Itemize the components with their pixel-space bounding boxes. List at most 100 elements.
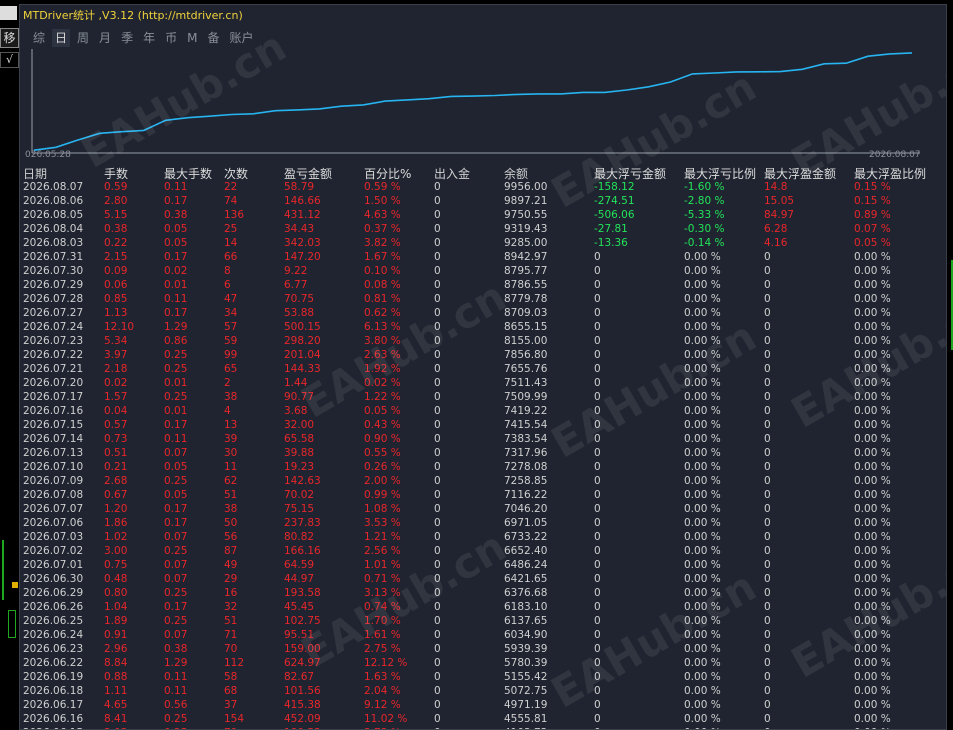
table-row[interactable]: 2026.08.05 5.15 0.38 136 431.12 4.63 % 0 9750.5…	[20, 208, 946, 222]
table-row[interactable]: 2026.06.16 8.41 0.25 154 452.09 11.02 % 0 4555.…	[20, 712, 946, 726]
table-row[interactable]: 2026.07.03 1.02 0.07 56 80.82 1.21 % 0 6733.22 0…	[20, 530, 946, 544]
table-row[interactable]: 2026.07.20 0.02 0.01 2 1.44 0.02 % 0 7511.43 0 0.…	[20, 376, 946, 390]
tab-9[interactable]: 账户	[226, 29, 256, 47]
table-row[interactable]: 2026.07.13 0.51 0.07 30 39.88 0.55 % 0 7317.96 0…	[20, 446, 946, 460]
table-cell: 0.11	[164, 433, 188, 445]
table-row[interactable]: 2026.08.06 2.80 0.17 74 146.66 1.50 % 0 9897.21…	[20, 194, 946, 208]
table-row[interactable]: 2026.07.30 0.09 0.02 8 9.22 0.10 % 0 8795.77 0 0.…	[20, 264, 946, 278]
table-row[interactable]: 2026.06.23 2.96 0.38 70 159.00 2.75 % 0 5939.39…	[20, 642, 946, 656]
table-cell: 0.00 %	[684, 643, 721, 655]
table-cell: 0	[434, 587, 441, 599]
move-button[interactable]: 移	[0, 28, 19, 48]
table-cell: 8709.03	[504, 307, 548, 319]
table-cell: 0.00 %	[684, 461, 721, 473]
table-cell: 0.05 %	[364, 405, 401, 417]
table-cell: 2026.07.30	[23, 265, 84, 277]
tab-8[interactable]: 备	[204, 29, 222, 47]
table-row[interactable]: 2026.06.24 0.91 0.07 71 95.51 1.61 % 0 6034.90 0…	[20, 628, 946, 642]
table-row[interactable]: 2026.06.22 8.84 1.29 112 624.97 12.12 % 0 5780.…	[20, 656, 946, 670]
window-control[interactable]	[0, 6, 17, 20]
table-row[interactable]: 2026.07.16 0.04 0.01 4 3.68 0.05 % 0 7419.22 0 0.…	[20, 404, 946, 418]
table-cell: 0	[594, 349, 601, 361]
tab-6[interactable]: 币	[162, 29, 180, 47]
tab-4[interactable]: 季	[118, 29, 136, 47]
table-cell: 500.15	[284, 321, 321, 333]
table-row[interactable]: 2026.07.08 0.67 0.05 51 70.02 0.99 % 0 7116.22 0…	[20, 488, 946, 502]
table-cell: 0	[434, 643, 441, 655]
table-cell: 0.85	[104, 293, 128, 305]
table-cell: 0	[594, 447, 601, 459]
table-cell: 101.56	[284, 685, 321, 697]
table-cell: 0.00 %	[854, 489, 891, 501]
table-row[interactable]: 2026.06.19 0.88 0.11 58 82.67 1.63 % 0 5155.42 0…	[20, 670, 946, 684]
table-cell: 0	[594, 321, 601, 333]
table-cell: 9319.43	[504, 223, 548, 235]
table-row[interactable]: 2026.06.30 0.48 0.07 29 44.97 0.71 % 0 6421.65 0…	[20, 572, 946, 586]
table-row[interactable]: 2026.07.17 1.57 0.25 38 90.77 1.22 % 0 7509.99 0…	[20, 390, 946, 404]
table-cell: 0.00 %	[684, 391, 721, 403]
table-cell: 14.8	[764, 181, 788, 193]
tab-2[interactable]: 周	[74, 29, 92, 47]
table-cell: 0	[764, 335, 771, 347]
table-row[interactable]: 2026.07.24 12.10 1.29 57 500.15 6.13 % 0 8655.1…	[20, 320, 946, 334]
table-row[interactable]: 2026.07.07 1.20 0.17 38 75.15 1.08 % 0 7046.20 0…	[20, 502, 946, 516]
table-cell: 9750.55	[504, 209, 548, 221]
table-cell: 0.05 %	[854, 237, 891, 249]
table-cell: 0	[764, 251, 771, 263]
table-row[interactable]: 2026.07.15 0.57 0.17 13 32.00 0.43 % 0 7415.54 0…	[20, 418, 946, 432]
table-row[interactable]: 2026.07.23 5.34 0.86 59 298.20 3.80 % 0 8155.00…	[20, 334, 946, 348]
table-cell: 7383.54	[504, 433, 548, 445]
table-row[interactable]: 2026.07.22 3.97 0.25 99 201.04 2.63 % 0 7856.80…	[20, 348, 946, 362]
tab-7[interactable]: M	[184, 29, 200, 47]
table-row[interactable]: 2026.06.26 1.04 0.17 32 45.45 0.74 % 0 6183.10 0…	[20, 600, 946, 614]
table-cell: 4.16	[764, 237, 788, 249]
table-cell: 0.00 %	[684, 489, 721, 501]
table-row[interactable]: 2026.07.27 1.13 0.17 34 53.88 0.62 % 0 8709.03 0…	[20, 306, 946, 320]
table-cell: 0	[594, 433, 601, 445]
table-cell: 12.12 %	[364, 657, 408, 669]
table-row[interactable]: 2026.07.09 2.68 0.25 62 142.63 2.00 % 0 7258.85…	[20, 474, 946, 488]
table-cell: 0	[764, 279, 771, 291]
table-row[interactable]: 2026.07.02 3.00 0.25 87 166.16 2.56 % 0 6652.40…	[20, 544, 946, 558]
table-row[interactable]: 2026.08.03 0.22 0.05 14 342.03 3.82 % 0 9285.00…	[20, 236, 946, 250]
check-button[interactable]: √	[0, 52, 19, 68]
table-cell: -506.06	[594, 209, 635, 221]
table-cell: 0	[764, 643, 771, 655]
tab-3[interactable]: 月	[96, 29, 114, 47]
table-cell: 452.09	[284, 713, 321, 725]
table-cell: 0.00 %	[854, 447, 891, 459]
table-cell: 0	[434, 545, 441, 557]
table-row[interactable]: 2026.06.15 3.03 0.25 79 180.53 3.73 % 0 4103.72…	[20, 726, 946, 729]
table-row[interactable]: 2026.08.07 0.59 0.11 22 58.79 0.59 % 0 9956.00 -…	[20, 180, 946, 194]
table-cell: 8655.15	[504, 321, 548, 333]
tab-1[interactable]: 日	[52, 29, 71, 47]
table-row[interactable]: 2026.08.04 0.38 0.05 25 34.43 0.37 % 0 9319.43 -…	[20, 222, 946, 236]
table-row[interactable]: 2026.07.06 1.86 0.17 50 237.83 3.53 % 0 6971.05…	[20, 516, 946, 530]
table-cell: 0	[434, 195, 441, 207]
table-row[interactable]: 2026.07.10 0.21 0.05 11 19.23 0.26 % 0 7278.08 0…	[20, 460, 946, 474]
table-cell: 6034.90	[504, 629, 548, 641]
table-cell: 0.05	[164, 489, 188, 501]
table-cell: 0	[434, 251, 441, 263]
table-cell: 0	[434, 671, 441, 683]
table-row[interactable]: 2026.07.29 0.06 0.01 6 6.77 0.08 % 0 8786.55 0 0.…	[20, 278, 946, 292]
table-row[interactable]: 2026.06.25 1.89 0.25 51 102.75 1.70 % 0 6137.65…	[20, 614, 946, 628]
table-cell: 0.17	[164, 195, 188, 207]
table-row[interactable]: 2026.07.14 0.73 0.11 39 65.58 0.90 % 0 7383.54 0…	[20, 432, 946, 446]
table-cell: 0	[594, 517, 601, 529]
tab-5[interactable]: 年	[140, 29, 158, 47]
table-row[interactable]: 2026.07.21 2.18 0.25 65 144.33 1.92 % 0 7655.76…	[20, 362, 946, 376]
table-row[interactable]: 2026.06.17 4.65 0.56 37 415.38 9.12 % 0 4971.19…	[20, 698, 946, 712]
table-row[interactable]: 2026.06.29 0.80 0.25 16 193.58 3.13 % 0 6376.68…	[20, 586, 946, 600]
table-cell: 1.57	[104, 391, 128, 403]
table-row[interactable]: 2026.06.18 1.11 0.11 68 101.56 2.04 % 0 5072.75…	[20, 684, 946, 698]
table-cell: 51	[224, 615, 238, 627]
table-cell: 6486.24	[504, 559, 548, 571]
table-cell: 0	[764, 475, 771, 487]
table-row[interactable]: 2026.07.01 0.75 0.07 49 64.59 1.01 % 0 6486.24 0…	[20, 558, 946, 572]
table-cell: 2026.07.23	[23, 335, 84, 347]
table-row[interactable]: 2026.07.31 2.15 0.17 66 147.20 1.67 % 0 8942.97…	[20, 250, 946, 264]
table-cell: 15.05	[764, 195, 795, 207]
tab-0[interactable]: 综	[30, 29, 48, 47]
table-row[interactable]: 2026.07.28 0.85 0.11 47 70.75 0.81 % 0 8779.78 0…	[20, 292, 946, 306]
